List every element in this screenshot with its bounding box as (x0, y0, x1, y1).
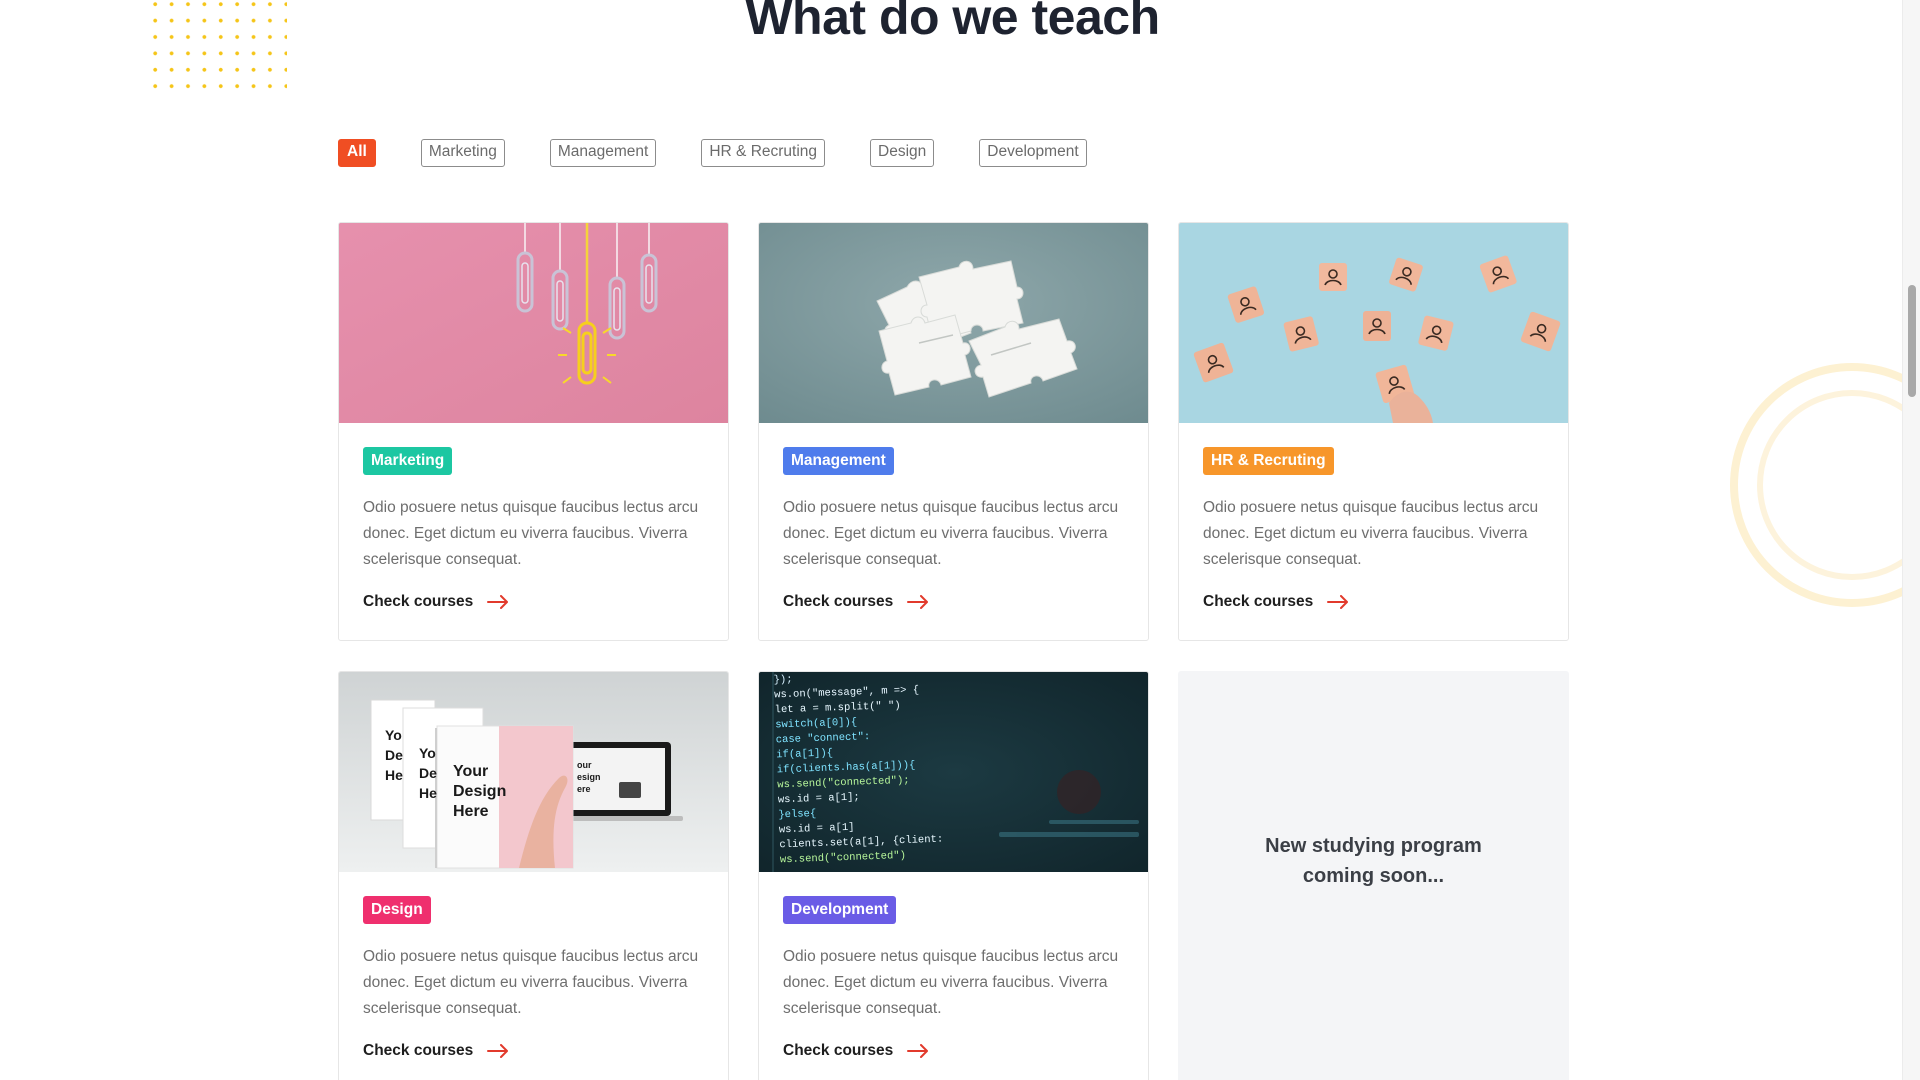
card-description: Odio posuere netus quisque faucibus lect… (363, 948, 699, 1017)
check-courses-link-development[interactable]: Check courses (783, 1042, 929, 1060)
coming-soon-line-2: coming soon... (1302, 865, 1445, 887)
code-screen-image: }); ws.on("message", m => { let a = m.sp… (759, 672, 1148, 872)
filter-marketing[interactable]: Marketing (420, 139, 505, 167)
check-courses-label: Check courses (363, 593, 474, 610)
mockup-text-small: He (385, 767, 403, 783)
mockup-text-small: De (419, 765, 437, 781)
mockup-text-side: ere (577, 784, 591, 794)
card-description: Odio posuere netus quisque faucibus lect… (363, 499, 699, 568)
filter-design[interactable]: Design (870, 139, 935, 167)
mockup-text-small: Yo (419, 745, 436, 761)
page: What do we teach All Marketing Managemen… (0, 0, 1920, 1080)
category-tag-management: Management (783, 447, 894, 475)
mockup-text-side: our (577, 760, 592, 770)
course-card-marketing: Marketing Odio posuere netus quisque fau… (338, 222, 729, 641)
check-courses-label: Check courses (1203, 593, 1314, 610)
category-tag-design: Design (363, 896, 431, 924)
page-scrollbar[interactable] (1902, 0, 1920, 1080)
decorative-rings-icon (1730, 363, 1920, 607)
arrow-right-icon (907, 1044, 929, 1058)
category-tag-hr-recruting: HR & Recruting (1203, 447, 1334, 475)
mockup-text-small: He (419, 785, 437, 801)
check-courses-link-management[interactable]: Check courses (783, 593, 929, 611)
check-courses-link-marketing[interactable]: Check courses (363, 593, 509, 611)
card-description: Odio posuere netus quisque faucibus lect… (783, 499, 1119, 568)
mockup-text-small: Yo (385, 727, 402, 743)
category-filter-bar: All Marketing Management HR & Recruting … (338, 139, 1087, 167)
card-description: Odio posuere netus quisque faucibus lect… (1203, 499, 1539, 568)
check-courses-label: Check courses (363, 1042, 474, 1059)
mockup-text-side: esign (577, 772, 601, 782)
filter-development[interactable]: Development (979, 139, 1087, 167)
check-courses-label: Check courses (783, 593, 894, 610)
code-line: }else{ (778, 808, 816, 821)
mockup-text-small: De (385, 747, 403, 763)
course-card-hr-recruting: HR & Recruting Odio posuere netus quisqu… (1178, 222, 1569, 641)
section-title: What do we teach (745, 0, 1160, 45)
check-courses-link-hr-recruting[interactable]: Check courses (1203, 593, 1349, 611)
category-tag-development: Development (783, 896, 897, 924)
design-mockups-image: Yo De He Yo De He Your Design Here our e… (339, 672, 728, 872)
course-card-design: Yo De He Yo De He Your Design Here our e… (338, 671, 729, 1080)
scrollbar-thumb[interactable] (1908, 285, 1916, 397)
lightbulb-paperclips-image (339, 223, 728, 423)
mockup-text-big: Here (453, 803, 489, 820)
filter-management[interactable]: Management (549, 139, 657, 167)
arrow-right-icon (487, 595, 509, 609)
card-description: Odio posuere netus quisque faucibus lect… (783, 948, 1119, 1017)
coming-soon-line-1: New studying program (1265, 835, 1482, 857)
code-line: if(a[1]){ (776, 747, 833, 761)
check-courses-label: Check courses (783, 1042, 894, 1059)
filter-all[interactable]: All (338, 139, 376, 167)
category-tag-marketing: Marketing (363, 447, 453, 475)
code-line: }); (773, 674, 792, 687)
coming-soon-card: New studying program coming soon... (1178, 671, 1569, 1080)
puzzle-pieces-image (759, 223, 1148, 423)
people-blocks-image (1179, 223, 1568, 423)
check-courses-link-design[interactable]: Check courses (363, 1042, 509, 1060)
course-card-management: Management Odio posuere netus quisque fa… (758, 222, 1149, 641)
coming-soon-text: New studying program coming soon... (1265, 831, 1482, 891)
mockup-text-big: Your (453, 763, 488, 780)
filter-hr-recruting[interactable]: HR & Recruting (701, 139, 826, 167)
arrow-right-icon (907, 595, 929, 609)
mockup-text-big: Design (453, 783, 506, 800)
course-card-development: }); ws.on("message", m => { let a = m.sp… (758, 671, 1149, 1080)
arrow-right-icon (487, 1044, 509, 1058)
arrow-right-icon (1327, 595, 1349, 609)
